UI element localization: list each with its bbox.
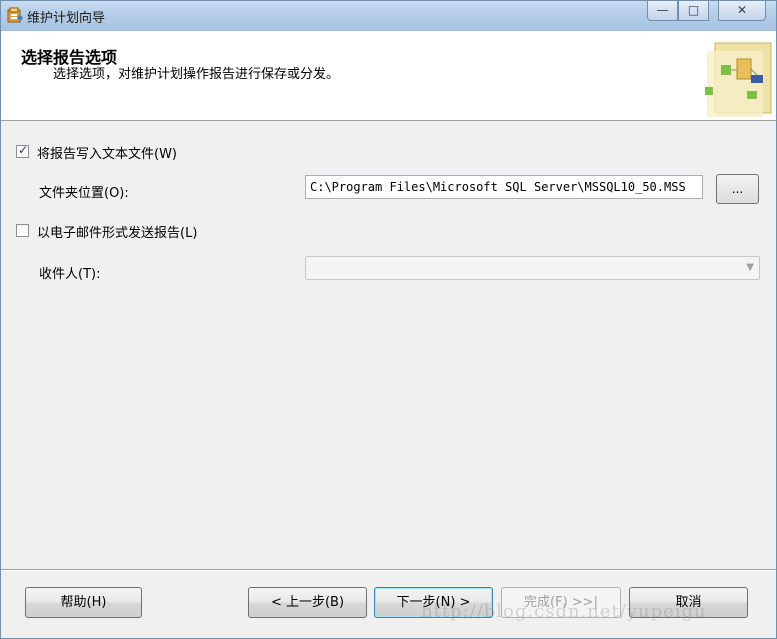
checkmark-icon: ✓ (18, 143, 29, 157)
maximize-button[interactable]: □ (678, 1, 709, 21)
recipient-combobox[interactable]: ▼ (305, 256, 760, 280)
browse-folder-button[interactable]: ... (716, 174, 759, 204)
page-subtitle: 选择选项，对维护计划操作报告进行保存或分发。 (53, 67, 340, 82)
window-title: 维护计划向导 (27, 11, 106, 26)
folder-location-label: 文件夹位置(O): (39, 186, 129, 201)
back-button[interactable]: < 上一步(B) (248, 587, 367, 618)
dropdown-arrow-icon: ▼ (746, 262, 754, 273)
footer-divider (1, 569, 776, 571)
wizard-window: 维护计划向导 — □ ✕ 选择报告选项 选择选项，对维护计划操作报告进行保存或分… (0, 0, 777, 639)
minimize-button[interactable]: — (647, 1, 678, 21)
close-button[interactable]: ✕ (718, 1, 766, 21)
help-button[interactable]: 帮助(H) (25, 587, 142, 618)
app-icon (7, 7, 23, 23)
watermark-text: http://blog.csdn.net/yupeigu (421, 601, 707, 622)
write-to-file-label[interactable]: 将报告写入文本文件(W) (37, 143, 177, 162)
wizard-graphic-icon (705, 42, 772, 117)
write-to-file-checkbox[interactable]: ✓ (16, 143, 29, 158)
send-email-checkbox[interactable] (16, 224, 29, 237)
folder-location-input[interactable]: C:\Program Files\Microsoft SQL Server\MS… (305, 175, 703, 199)
title-bar[interactable]: 维护计划向导 — □ ✕ (1, 1, 776, 31)
send-email-label[interactable]: 以电子邮件形式发送报告(L) (37, 222, 197, 241)
recipient-label: 收件人(T): (39, 267, 101, 282)
wizard-header: 选择报告选项 选择选项，对维护计划操作报告进行保存或分发。 (1, 31, 776, 121)
